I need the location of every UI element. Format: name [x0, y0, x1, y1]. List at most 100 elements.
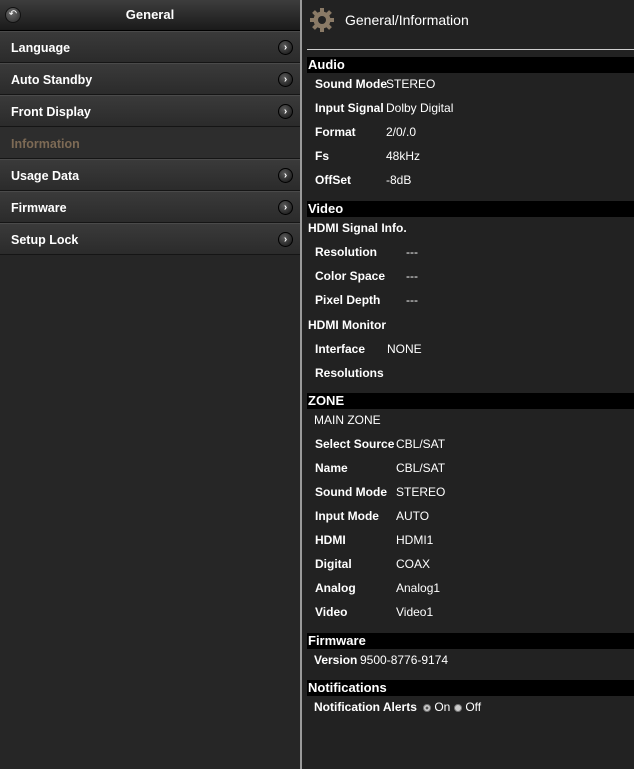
menu-item-front-display[interactable]: Front Display ›	[0, 95, 300, 127]
main-zone-title: MAIN ZONE	[314, 413, 381, 427]
settings-menu: Language › Auto Standby › Front Display …	[0, 31, 300, 255]
info-row: Fs 48kHz	[302, 149, 634, 165]
radio-on-label: On	[434, 700, 451, 714]
section-title: Firmware	[308, 633, 366, 648]
right-panel: General/Information Audio Sound Mode STER…	[302, 0, 634, 769]
radio-unselected-icon[interactable]	[454, 704, 462, 712]
right-header: General/Information	[302, 0, 634, 42]
version-value: 9500-8776-9174	[360, 653, 449, 667]
menu-item-label: Front Display	[11, 105, 91, 119]
info-value: Analog1	[396, 581, 441, 595]
chevron-right-icon: ›	[278, 40, 293, 55]
info-row: Resolutions	[302, 366, 634, 382]
info-key: Input Signal	[315, 101, 384, 115]
info-row: Pixel Depth ---	[302, 293, 634, 309]
info-row: Format 2/0/.0	[302, 125, 634, 141]
info-row: Resolution ---	[302, 245, 634, 261]
notification-alerts-label: Notification Alerts	[314, 700, 417, 714]
info-row: Interface NONE	[302, 342, 634, 358]
info-value: CBL/SAT	[396, 461, 446, 475]
radio-off-label: Off	[465, 700, 482, 714]
info-row: HDMI HDMI1	[302, 533, 634, 549]
info-row: Analog Analog1	[302, 581, 634, 597]
chevron-right-icon: ›	[278, 72, 293, 87]
section-title: ZONE	[308, 393, 345, 408]
header-divider	[307, 49, 634, 50]
menu-item-label: Language	[11, 41, 71, 55]
firmware-version-row: Version 9500-8776-9174	[302, 653, 634, 669]
info-value: STEREO	[396, 485, 446, 499]
gear-icon	[310, 8, 334, 32]
menu-item-label: Setup Lock	[11, 233, 79, 247]
section-header-audio: Audio	[307, 57, 634, 73]
menu-item-setup-lock[interactable]: Setup Lock ›	[0, 223, 300, 255]
section-header-notifications: Notifications	[307, 680, 634, 696]
info-row: Sound Mode STEREO	[302, 77, 634, 93]
info-row: Input Mode AUTO	[302, 509, 634, 525]
left-panel: ↶ General Language › Auto Standby › Fron…	[0, 0, 300, 769]
info-value: ---	[406, 269, 418, 283]
info-value: STEREO	[386, 77, 436, 91]
info-value: Video1	[396, 605, 434, 619]
hdmi-signal-title: HDMI Signal Info.	[308, 221, 407, 235]
info-row: Color Space ---	[302, 269, 634, 285]
info-key: Input Mode	[315, 509, 379, 523]
info-row: Name CBL/SAT	[302, 461, 634, 477]
info-value: Dolby Digital	[386, 101, 454, 115]
chevron-right-icon: ›	[278, 200, 293, 215]
menu-item-language[interactable]: Language ›	[0, 31, 300, 63]
menu-item-firmware[interactable]: Firmware ›	[0, 191, 300, 223]
radio-on[interactable]: On	[423, 700, 450, 714]
info-key: Interface	[315, 342, 366, 356]
menu-item-label: Auto Standby	[11, 73, 93, 87]
chevron-right-icon: ›	[278, 168, 293, 183]
info-key: Analog	[315, 581, 356, 595]
info-key: Format	[315, 125, 356, 139]
menu-item-label: Information	[11, 137, 80, 151]
menu-item-auto-standby[interactable]: Auto Standby ›	[0, 63, 300, 95]
info-row: Select Source CBL/SAT	[302, 437, 634, 453]
info-key: Sound Mode	[315, 485, 387, 499]
info-key: Digital	[315, 557, 352, 571]
chevron-right-icon: ›	[278, 104, 293, 119]
section-title: Video	[308, 201, 344, 216]
info-value: HDMI1	[396, 533, 434, 547]
info-key: Video	[315, 605, 348, 619]
info-value: ---	[406, 293, 418, 307]
page-title: General/Information	[345, 12, 469, 28]
info-key: Resolutions	[315, 366, 384, 380]
section-title: Notifications	[308, 680, 387, 695]
info-row: Video Video1	[302, 605, 634, 621]
info-key: Fs	[315, 149, 330, 163]
info-row: Digital COAX	[302, 557, 634, 573]
info-key: Name	[315, 461, 348, 475]
info-value: -8dB	[386, 173, 412, 187]
info-key: HDMI	[315, 533, 346, 547]
info-key: Color Space	[315, 269, 386, 283]
version-label: Version	[314, 653, 358, 667]
left-header: ↶ General	[0, 0, 300, 31]
radio-off[interactable]: Off	[454, 700, 481, 714]
info-key: Select Source	[315, 437, 395, 451]
section-title: Audio	[308, 57, 345, 72]
notification-alerts-row: Notification Alerts On Off	[302, 700, 634, 716]
info-value: COAX	[396, 557, 431, 571]
menu-item-information[interactable]: Information	[0, 127, 300, 159]
info-value: ---	[406, 245, 418, 259]
chevron-right-icon: ›	[278, 232, 293, 247]
info-key: Sound Mode	[315, 77, 387, 91]
main-zone-row: MAIN ZONE	[302, 413, 634, 429]
info-value: NONE	[387, 342, 422, 356]
section-header-video: Video	[307, 201, 634, 217]
info-row: OffSet -8dB	[302, 173, 634, 189]
menu-item-label: Firmware	[11, 201, 67, 215]
left-title: General	[125, 7, 175, 22]
menu-item-usage-data[interactable]: Usage Data ›	[0, 159, 300, 191]
section-header-firmware: Firmware	[307, 633, 634, 649]
info-row: Sound Mode STEREO	[302, 485, 634, 501]
radio-selected-icon[interactable]	[423, 704, 431, 712]
info-value: AUTO	[396, 509, 430, 523]
info-key: Pixel Depth	[315, 293, 381, 307]
info-key: OffSet	[315, 173, 351, 187]
hdmi-monitor-title: HDMI Monitor	[308, 318, 386, 332]
